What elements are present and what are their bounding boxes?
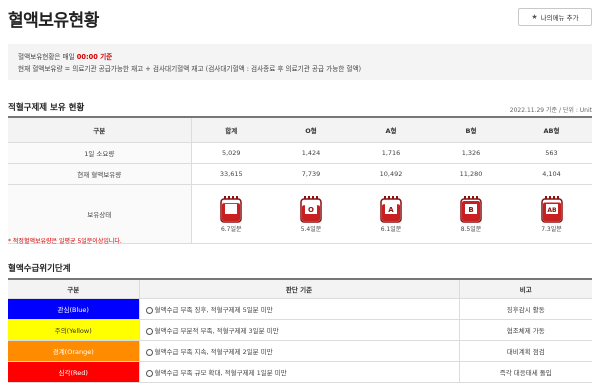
table-row: 보유상태 6.7일분 O 5.4일분 A 6.1일분 B 8.5일분 AB 7.3일분 [8, 184, 592, 244]
table-cell: 1,716 [351, 142, 431, 164]
criteria-text: 혈액수급 부족 규모 확대, 적혈구제제 1일분 미만 [154, 369, 287, 377]
table-row: 심각(Red) 혈액수급 부족 규모 확대, 적혈구제제 1일분 미만 즉각 대… [8, 361, 592, 383]
blood-bag-icon: B 8.5일분 [459, 195, 483, 233]
blood-bag-icon: AB 7.3일분 [540, 195, 564, 233]
blood-bag-icon: 6.7일분 [219, 195, 243, 233]
supply-days: 5.4일분 [300, 226, 322, 233]
page-title: 혈액보유현황 [8, 11, 99, 31]
criteria-text: 혈액수급 부분적 부족, 적혈구제제 3일분 미만 [154, 327, 279, 335]
stock-table-header: 구분 합계 O형 A형 B형 AB형 [8, 117, 592, 143]
blood-bag-icon: A 6.1일분 [379, 195, 403, 233]
row-label: 보유상태 [8, 184, 192, 244]
table-cell: 33,615 [191, 163, 271, 185]
table-cell: 1,326 [431, 142, 511, 164]
circle-bullet-icon [145, 348, 153, 356]
criteria-cell: 혈액수급 부족 지속, 적혈구제제 2일분 미만 [139, 340, 460, 362]
supply-days: 8.5일분 [460, 226, 482, 233]
add-my-menu-label: 나의메뉴 추가 [540, 14, 579, 22]
table-cell: 4,104 [511, 163, 592, 185]
crisis-table: 구분 판단 기준 비고 관심(Blue) 혈액수급 부족 징후, 적혈구제제 5… [8, 278, 592, 383]
criteria-text: 혈액수급 부족 징후, 적혈구제제 5일분 미만 [154, 306, 273, 314]
note-cell: 대비계획 점검 [459, 340, 592, 362]
table-cell: 7,739 [271, 163, 351, 185]
blood-type-label: B [468, 206, 473, 214]
stock-header-cell: 합계 [191, 117, 271, 143]
circle-bullet-icon [145, 327, 153, 335]
note-cell: 즉각 대응태세 돌입 [459, 361, 592, 383]
crisis-section-title: 혈액수급위기단계 [8, 264, 71, 274]
table-row: 관심(Blue) 혈액수급 부족 징후, 적혈구제제 5일분 미만 징후감시 활… [8, 298, 592, 320]
criteria-cell: 혈액수급 부분적 부족, 적혈구제제 3일분 미만 [139, 319, 460, 341]
criteria-cell: 혈액수급 부족 규모 확대, 적혈구제제 1일분 미만 [139, 361, 460, 383]
add-my-menu-button[interactable]: ★ 나의메뉴 추가 [518, 8, 592, 26]
table-row: 주의(Yellow) 혈액수급 부분적 부족, 적혈구제제 3일분 미만 협조체… [8, 319, 592, 341]
crisis-header-cell: 판단 기준 [139, 279, 460, 299]
note-cell: 징후감시 활동 [459, 298, 592, 320]
crisis-table-header: 구분 판단 기준 비고 [8, 279, 592, 299]
crisis-header-cell: 비고 [459, 279, 592, 299]
criteria-text: 혈액수급 부족 지속, 적혈구제제 2일분 미만 [154, 348, 273, 356]
table-cell: 5,029 [191, 142, 271, 164]
level-yellow: 주의(Yellow) [8, 319, 140, 341]
supply-days: 6.1일분 [380, 226, 402, 233]
adequate-stock-note: * 적정혈액보유량은 일평균 5일분이상입니다. [8, 238, 122, 245]
blood-type-label: A [388, 206, 394, 214]
note-cell: 협조체제 가동 [459, 319, 592, 341]
level-orange: 경계(Orange) [8, 340, 140, 362]
table-cell: 11,280 [431, 163, 511, 185]
info-box: 혈액보유현황은 매일 00:00 기준 현재 혈액보유량 = 의료기관 공급가능… [8, 44, 592, 80]
crisis-header-cell: 구분 [8, 279, 140, 299]
table-cell: 10,492 [351, 163, 431, 185]
blood-type-label: O [308, 206, 314, 214]
star-icon: ★ [531, 13, 538, 21]
table-row: 현재 혈액보유량 33,615 7,739 10,492 11,280 4,10… [8, 163, 592, 185]
table-row: 1일 소요량 5,029 1,424 1,716 1,326 563 [8, 142, 592, 164]
level-red: 심각(Red) [8, 361, 140, 383]
table-row: 경계(Orange) 혈액수급 부족 지속, 적혈구제제 2일분 미만 대비계획… [8, 340, 592, 362]
info-line-2: 현재 혈액보유량 = 의료기관 공급가능한 재고 + 검사대기혈액 재고 (검사… [18, 65, 362, 73]
supply-days: 6.7일분 [220, 226, 242, 233]
row-label: 현재 혈액보유량 [8, 163, 192, 185]
info-line-1-time: 00:00 기준 [76, 53, 113, 61]
stock-header-cell: B형 [431, 117, 511, 143]
circle-bullet-icon [145, 306, 153, 314]
row-label: 1일 소요량 [8, 142, 192, 164]
info-line-1-text: 혈액보유현황은 매일 [18, 53, 77, 61]
stock-section-title: 적혈구제제 보유 현황 [8, 103, 85, 113]
stock-date-meta: 2022.11.29 기준 / 단위 : Unit [509, 107, 592, 114]
circle-bullet-icon [145, 369, 153, 377]
stock-header-cell: AB형 [511, 117, 592, 143]
table-cell: 563 [511, 142, 592, 164]
blood-type-label: AB [547, 207, 557, 214]
supply-days: 7.3일분 [541, 226, 562, 233]
info-line-1: 혈액보유현황은 매일 00:00 기준 [18, 51, 582, 63]
stock-table: 구분 합계 O형 A형 B형 AB형 1일 소요량 5,029 1,424 1,… [8, 116, 592, 244]
level-blue: 관심(Blue) [8, 298, 140, 320]
stock-header-cell: 구분 [8, 117, 192, 143]
stock-header-cell: A형 [351, 117, 431, 143]
stock-header-cell: O형 [271, 117, 351, 143]
table-cell: 1,424 [271, 142, 351, 164]
blood-bag-icon: O 5.4일분 [299, 195, 323, 233]
criteria-cell: 혈액수급 부족 징후, 적혈구제제 5일분 미만 [139, 298, 460, 320]
